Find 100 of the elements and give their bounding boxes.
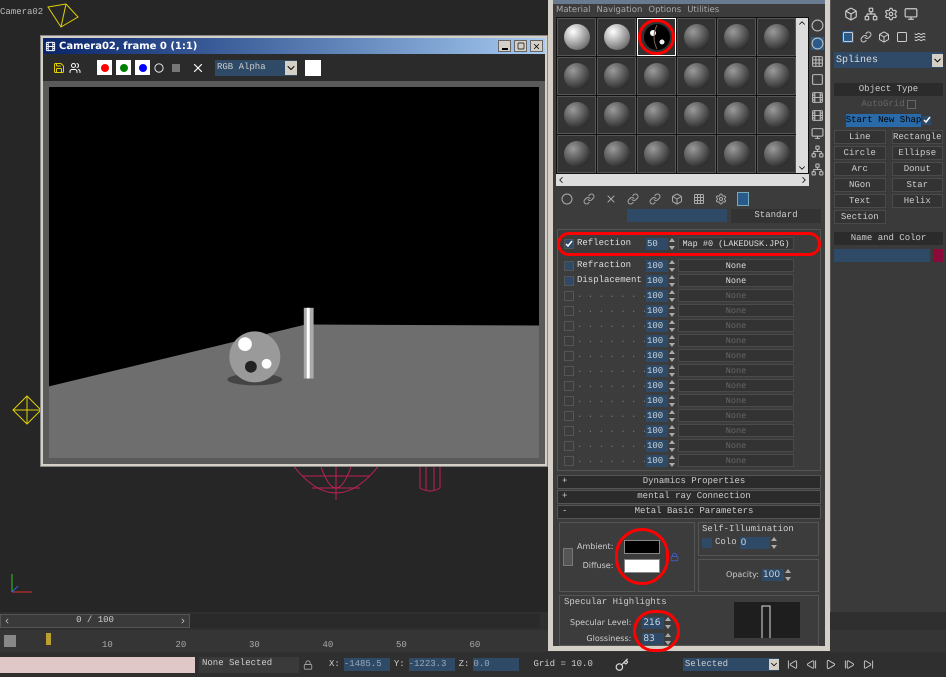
category-icon[interactable] bbox=[842, 31, 854, 43]
menu-item[interactable]: Options bbox=[648, 4, 682, 17]
category-icon[interactable] bbox=[860, 31, 872, 43]
toolbar-icon[interactable] bbox=[627, 193, 639, 206]
shape-button[interactable]: NGon bbox=[834, 178, 886, 192]
map-button[interactable]: None bbox=[678, 274, 794, 287]
shape-button[interactable]: Arc bbox=[834, 162, 886, 176]
menu-item[interactable]: Utilities bbox=[687, 4, 720, 17]
toolbar-icon[interactable] bbox=[561, 193, 573, 206]
track-bar[interactable]: 10 20 30 40 50 60 bbox=[34, 631, 544, 651]
material-name-field[interactable] bbox=[627, 209, 727, 222]
diffuse-swatch[interactable] bbox=[624, 559, 660, 573]
object-color-swatch[interactable] bbox=[933, 249, 943, 262]
rollout-header[interactable]: + mental ray Connection bbox=[557, 490, 821, 504]
panel-tab-icon[interactable] bbox=[904, 7, 918, 21]
checkbox[interactable] bbox=[564, 440, 574, 450]
playback-icon[interactable] bbox=[806, 659, 817, 670]
checkbox[interactable] bbox=[564, 410, 574, 420]
panel-tab-icon[interactable] bbox=[864, 7, 878, 21]
maximize-button[interactable] bbox=[514, 40, 527, 52]
spinner-field[interactable]: 83 bbox=[642, 633, 664, 645]
category-icon[interactable] bbox=[914, 31, 926, 43]
toolbar-icon[interactable] bbox=[605, 193, 617, 206]
spinner-field[interactable]: 100 bbox=[646, 290, 668, 302]
playback-icon[interactable] bbox=[786, 659, 798, 670]
lock-toggle-icon[interactable] bbox=[563, 548, 573, 566]
color-swatch[interactable] bbox=[305, 60, 321, 76]
save-icon[interactable] bbox=[53, 62, 65, 74]
shape-button[interactable]: Donut bbox=[892, 162, 943, 176]
checkbox[interactable] bbox=[564, 366, 574, 376]
checkbox[interactable] bbox=[702, 538, 712, 548]
spinner-field[interactable]: 50 bbox=[646, 238, 668, 250]
shape-button[interactable]: Line bbox=[834, 130, 886, 144]
toolbar-icon[interactable] bbox=[810, 162, 824, 176]
spinner-field[interactable]: 100 bbox=[646, 424, 668, 436]
shape-button[interactable]: Star bbox=[892, 178, 943, 192]
shape-button[interactable]: Text bbox=[834, 194, 886, 208]
spinner-field[interactable]: 216 bbox=[642, 617, 664, 629]
script-field[interactable] bbox=[0, 656, 195, 672]
spinner-field[interactable]: 100 bbox=[762, 569, 784, 581]
map-button[interactable]: None bbox=[678, 259, 794, 272]
spinner-field[interactable]: 0 bbox=[740, 536, 770, 549]
spinner-field[interactable]: 100 bbox=[646, 260, 668, 272]
clear-icon[interactable] bbox=[172, 64, 180, 72]
checkbox[interactable] bbox=[564, 320, 574, 330]
toolbar-icon[interactable] bbox=[583, 193, 595, 206]
checkbox[interactable] bbox=[906, 100, 916, 110]
toolbar-icon[interactable] bbox=[810, 108, 824, 122]
checkbox[interactable] bbox=[564, 456, 574, 466]
toolbar-icon[interactable] bbox=[649, 193, 661, 206]
time-slider-track[interactable]: 0 / 100 bbox=[0, 614, 540, 628]
object-name-field[interactable] bbox=[834, 249, 930, 262]
channel-toggle[interactable] bbox=[135, 60, 150, 75]
x-coordinate-field[interactable]: -1485.5 bbox=[344, 658, 390, 672]
material-type-button[interactable]: Standard bbox=[731, 208, 821, 222]
checkbox[interactable] bbox=[564, 290, 574, 300]
sample-slot[interactable] bbox=[637, 18, 676, 56]
spinner-arrows-icon[interactable] bbox=[784, 569, 791, 581]
time-slider-thumb[interactable]: 0 / 100 bbox=[0, 614, 190, 628]
checkbox[interactable] bbox=[564, 380, 574, 390]
toolbar-icon[interactable] bbox=[810, 18, 824, 32]
checkbox[interactable] bbox=[564, 260, 574, 270]
horizontal-scrollbar[interactable] bbox=[556, 174, 809, 186]
spinner-field[interactable]: 100 bbox=[646, 304, 668, 316]
toolbar-icon[interactable] bbox=[810, 54, 824, 68]
spinner-field[interactable]: 100 bbox=[646, 320, 668, 332]
shape-button[interactable]: Ellipse bbox=[892, 146, 943, 160]
shape-button[interactable]: Section bbox=[834, 210, 886, 224]
toolbar-icon[interactable] bbox=[810, 36, 824, 50]
key-filter-dropdown[interactable]: Selected bbox=[682, 658, 779, 671]
toolbar-icon[interactable] bbox=[810, 126, 824, 140]
rollout-header[interactable]: + Dynamics Properties bbox=[557, 474, 821, 488]
mono-icon[interactable] bbox=[154, 62, 164, 72]
ambient-swatch[interactable] bbox=[624, 540, 660, 554]
channel-dropdown[interactable]: RGB Alpha bbox=[215, 60, 297, 76]
sample-slot[interactable] bbox=[597, 18, 636, 56]
category-icon[interactable] bbox=[896, 31, 908, 43]
shape-button[interactable]: Rectangle bbox=[892, 130, 943, 144]
toolbar-icon[interactable] bbox=[810, 144, 824, 158]
checkbox[interactable] bbox=[564, 238, 574, 248]
shape-button[interactable]: Circle bbox=[834, 146, 886, 160]
playback-icon[interactable] bbox=[824, 659, 836, 670]
spinner-arrows-icon[interactable] bbox=[665, 633, 672, 645]
panel-tab-icon[interactable] bbox=[884, 7, 898, 21]
lock-icon[interactable] bbox=[303, 660, 313, 670]
checkbox[interactable] bbox=[564, 276, 574, 286]
close-button[interactable] bbox=[530, 40, 543, 52]
vertical-scrollbar[interactable] bbox=[796, 18, 808, 173]
z-coordinate-field[interactable]: 0.0 bbox=[473, 658, 520, 672]
current-frame-marker[interactable] bbox=[46, 633, 51, 645]
checkbox[interactable] bbox=[564, 396, 574, 406]
channel-toggle[interactable] bbox=[116, 60, 131, 75]
channel-toggle[interactable] bbox=[97, 60, 112, 75]
rollout-header[interactable]: Object Type bbox=[834, 83, 943, 96]
spinner-field[interactable]: 100 bbox=[646, 380, 668, 392]
spinner-field[interactable]: 100 bbox=[646, 350, 668, 362]
key-icon[interactable] bbox=[614, 658, 629, 672]
map-button[interactable]: Map #0 (LAKEDUSK.JPG) bbox=[678, 237, 794, 250]
spinner-field[interactable]: 100 bbox=[646, 394, 668, 406]
spinner-field[interactable]: 100 bbox=[646, 364, 668, 376]
